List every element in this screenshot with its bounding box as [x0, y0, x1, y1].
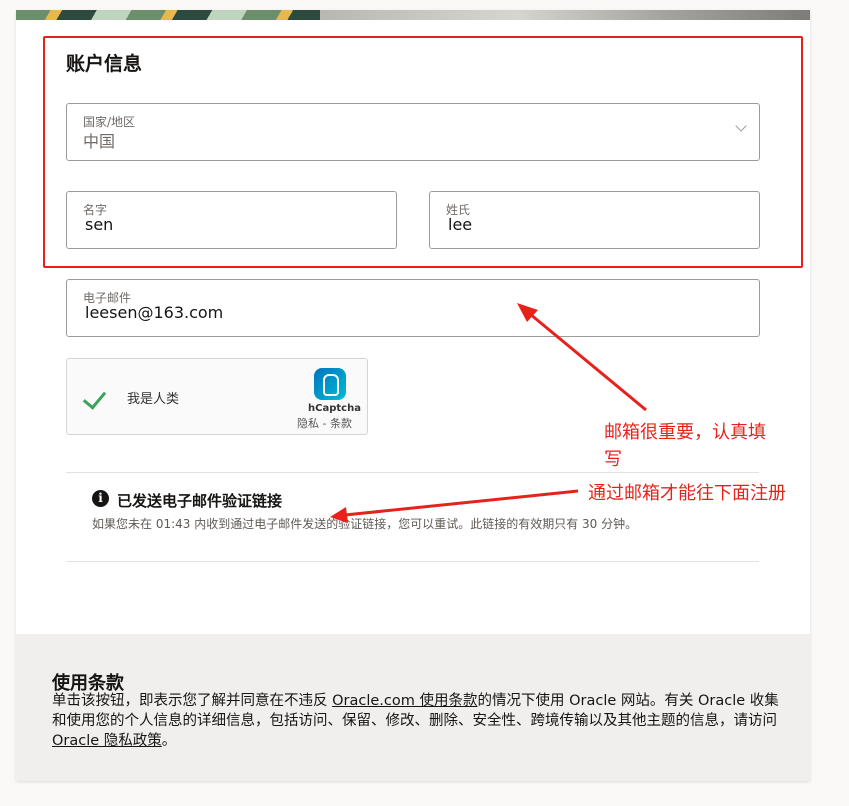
terms-text-3: 。	[161, 733, 177, 749]
verify-annotation-arrowhead	[330, 507, 348, 523]
verify-annotation-arrow-line	[344, 489, 579, 517]
terms-of-use-link[interactable]: Oracle.com 使用条款	[332, 693, 477, 709]
email-annotation-line2: 写	[604, 449, 622, 470]
email-annotation-line1: 邮箱很重要，认真填	[604, 422, 766, 443]
verify-annotation: 通过邮箱才能往下面注册	[588, 483, 786, 504]
privacy-policy-link[interactable]: Oracle 隐私政策	[52, 733, 162, 749]
terms-body: 单击该按钮，即表示您了解并同意在不违反 Oracle.com 使用条款的情况下使…	[52, 691, 792, 751]
email-annotation-arrow-line	[529, 312, 647, 412]
terms-text-1: 单击该按钮，即表示您了解并同意在不违反	[52, 693, 333, 709]
